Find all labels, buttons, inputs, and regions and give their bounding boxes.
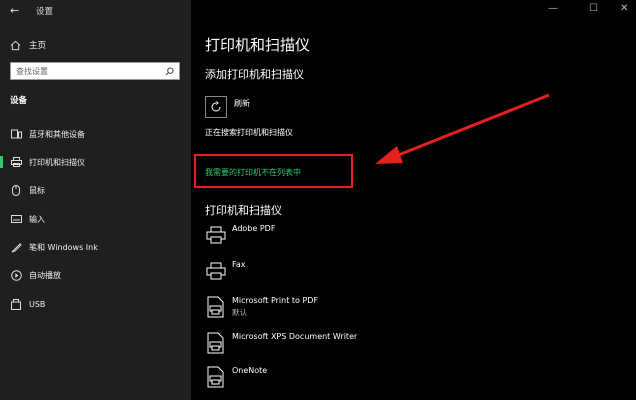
printer-item[interactable]: Microsoft XPS Document Writer	[205, 330, 585, 360]
window-title: 设置	[36, 7, 54, 17]
printer-icon	[205, 222, 227, 248]
sidebar-item-label: 打印机和扫描仪	[29, 157, 85, 167]
printer-item[interactable]: Microsoft Print to PDF 默认	[205, 294, 585, 324]
printer-name: Microsoft XPS Document Writer	[232, 332, 358, 341]
search-box[interactable]	[10, 62, 180, 80]
usb-icon	[10, 298, 22, 310]
search-input[interactable]	[16, 66, 165, 76]
printers-section-heading: 打印机和扫描仪	[205, 204, 282, 217]
printer-icon	[205, 258, 227, 284]
search-icon[interactable]	[165, 66, 174, 76]
sidebar-item-printers[interactable]: 打印机和扫描仪	[0, 153, 191, 171]
printer-item[interactable]: Adobe PDF	[205, 222, 585, 252]
document-printer-icon	[205, 294, 227, 320]
sidebar: 主页 设备 蓝牙和其他设备 打印机和扫描仪 鼠标 输入 笔和 Windows I…	[0, 0, 191, 400]
printer-item[interactable]: Fax	[205, 258, 585, 288]
sidebar-item-label: 输入	[29, 214, 45, 224]
mouse-icon	[10, 184, 22, 196]
home-label: 主页	[29, 41, 47, 51]
sidebar-item-typing[interactable]: 输入	[0, 210, 191, 228]
main-content: 打印机和扫描仪 添加打印机和扫描仪 刷新 正在搜索打印机和扫描仪 我需要的打印机…	[191, 0, 636, 400]
printer-icon	[10, 156, 22, 168]
bluetooth-devices-icon	[10, 128, 22, 140]
sidebar-item-label: 蓝牙和其他设备	[29, 129, 85, 139]
keyboard-icon	[10, 213, 22, 225]
active-indicator	[0, 156, 3, 168]
home-nav[interactable]: 主页	[10, 38, 46, 52]
sidebar-item-usb[interactable]: USB	[0, 295, 191, 313]
document-printer-icon	[205, 330, 227, 356]
section-heading: 设备	[10, 96, 28, 106]
sidebar-item-mouse[interactable]: 鼠标	[0, 181, 191, 199]
document-printer-icon	[205, 364, 227, 390]
sidebar-item-pen[interactable]: 笔和 Windows Ink	[0, 238, 191, 256]
autoplay-icon	[10, 269, 22, 281]
home-icon	[10, 40, 21, 50]
printer-name: OneNote	[232, 366, 268, 375]
sidebar-item-label: 自动播放	[29, 270, 61, 280]
printer-name: Microsoft Print to PDF	[232, 296, 319, 305]
printer-name: Adobe PDF	[232, 224, 276, 233]
sidebar-item-label: USB	[29, 299, 46, 309]
back-button[interactable]: ←	[10, 4, 19, 17]
default-printer-label: 默认	[232, 308, 247, 317]
sidebar-item-label: 笔和 Windows Ink	[29, 242, 98, 252]
sidebar-item-bluetooth[interactable]: 蓝牙和其他设备	[0, 125, 191, 143]
sidebar-item-autoplay[interactable]: 自动播放	[0, 266, 191, 284]
printer-item[interactable]: OneNote	[205, 364, 585, 394]
pen-icon	[10, 241, 22, 253]
printer-name: Fax	[232, 260, 246, 269]
sidebar-item-label: 鼠标	[29, 185, 45, 195]
